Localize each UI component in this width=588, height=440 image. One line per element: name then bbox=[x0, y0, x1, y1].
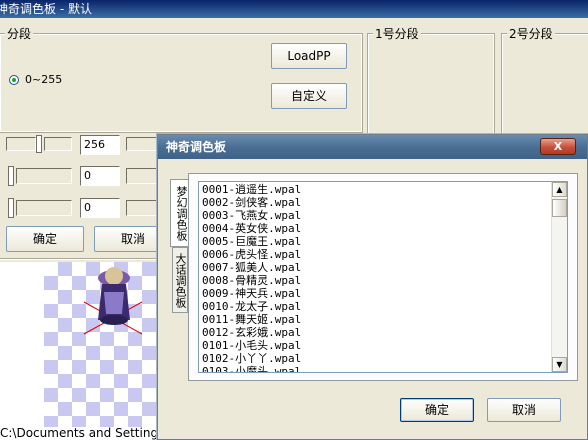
range-radio[interactable]: 0~255 bbox=[9, 73, 79, 87]
palette-list-items: 0001-逍遥生.wpal 0002-剑侠客.wpal 0003-飞燕女.wpa… bbox=[199, 183, 551, 372]
slider-row1-a[interactable] bbox=[6, 137, 36, 151]
character-sprite-icon bbox=[83, 267, 143, 335]
scroll-thumb[interactable] bbox=[552, 199, 567, 217]
list-item[interactable]: 0102-小丫丫.wpal bbox=[199, 352, 551, 365]
slider-row1-b[interactable] bbox=[44, 137, 72, 151]
list-item[interactable]: 0006-虎头怪.wpal bbox=[199, 248, 551, 261]
list-item[interactable]: 0005-巨魔王.wpal bbox=[199, 235, 551, 248]
list-item[interactable]: 0010-龙太子.wpal bbox=[199, 300, 551, 313]
list-item[interactable]: 0012-玄彩娥.wpal bbox=[199, 326, 551, 339]
slider-thumb-icon[interactable] bbox=[8, 166, 14, 186]
radio-dot-icon bbox=[9, 75, 19, 85]
custom-button[interactable]: 自定义 bbox=[271, 83, 347, 109]
dialog-title: 神奇调色板 bbox=[166, 140, 227, 154]
status-path: C:\Documents and Settings\Ad bbox=[0, 427, 160, 440]
segment-2-label: 2号分段 bbox=[507, 27, 555, 41]
list-item[interactable]: 0008-骨精灵.wpal bbox=[199, 274, 551, 287]
slider-thumb-icon[interactable] bbox=[8, 198, 14, 218]
scroll-down-icon[interactable]: ▼ bbox=[552, 357, 567, 372]
list-scrollbar[interactable]: ▲ ▼ bbox=[551, 182, 567, 372]
main-confirm-button[interactable]: 确定 bbox=[6, 226, 84, 252]
sprite-preview bbox=[44, 262, 158, 428]
segment-group: 分段 0~255 LoadPP 自定义 bbox=[0, 27, 363, 133]
list-item[interactable]: 0009-神天兵.wpal bbox=[199, 287, 551, 300]
list-item[interactable]: 0003-飞燕女.wpal bbox=[199, 209, 551, 222]
dialog-ok-button[interactable]: 确定 bbox=[400, 398, 474, 422]
preview-left-panel bbox=[0, 262, 44, 428]
slider-row2-a[interactable] bbox=[16, 168, 72, 184]
segment-1-group: 1号分段 bbox=[367, 27, 495, 135]
list-item[interactable]: 0007-狐美人.wpal bbox=[199, 261, 551, 274]
value-field-row2[interactable]: 0 bbox=[80, 166, 120, 186]
tab-dahua[interactable]: 大话调色板 bbox=[172, 247, 188, 313]
segment-group-label: 分段 bbox=[5, 27, 34, 41]
list-item[interactable]: 0011-舞天姬.wpal bbox=[199, 313, 551, 326]
range-radio-label: 0~255 bbox=[25, 73, 63, 86]
value-field-row1[interactable]: 256 bbox=[80, 135, 120, 155]
value-field-row3[interactable]: 0 bbox=[80, 198, 120, 218]
close-icon: X bbox=[553, 140, 563, 153]
list-item[interactable]: 0001-逍遥生.wpal bbox=[199, 183, 551, 196]
dialog-title-bar: 神奇调色板 bbox=[158, 135, 587, 159]
palette-list[interactable]: 0001-逍遥生.wpal 0002-剑侠客.wpal 0003-飞燕女.wpa… bbox=[198, 181, 568, 373]
list-item[interactable]: 0101-小毛头.wpal bbox=[199, 339, 551, 352]
divider bbox=[0, 258, 160, 260]
palette-dialog: 神奇调色板 X 梦幻调色板 大话调色板 0001-逍遥生.wpal 0002-剑… bbox=[157, 134, 588, 440]
slider-row3-a[interactable] bbox=[16, 200, 72, 216]
list-item[interactable]: 0004-英女侠.wpal bbox=[199, 222, 551, 235]
segment-2-group: 2号分段 bbox=[501, 27, 588, 135]
close-button[interactable]: X bbox=[540, 138, 576, 155]
segment-1-label: 1号分段 bbox=[373, 27, 421, 41]
scroll-up-icon[interactable]: ▲ bbox=[552, 182, 567, 197]
main-window-title: 神奇调色板 - 默认 bbox=[0, 2, 92, 16]
dialog-cancel-button[interactable]: 取消 bbox=[487, 398, 561, 422]
list-item[interactable]: 0103-小魔头.wpal bbox=[199, 365, 551, 372]
loadpp-button[interactable]: LoadPP bbox=[271, 43, 347, 69]
tab-menghuan[interactable]: 梦幻调色板 bbox=[170, 179, 188, 247]
main-title-bar: 神奇调色板 - 默认 bbox=[0, 0, 588, 18]
list-item[interactable]: 0002-剑侠客.wpal bbox=[199, 196, 551, 209]
slider-thumb-icon[interactable] bbox=[36, 135, 42, 153]
